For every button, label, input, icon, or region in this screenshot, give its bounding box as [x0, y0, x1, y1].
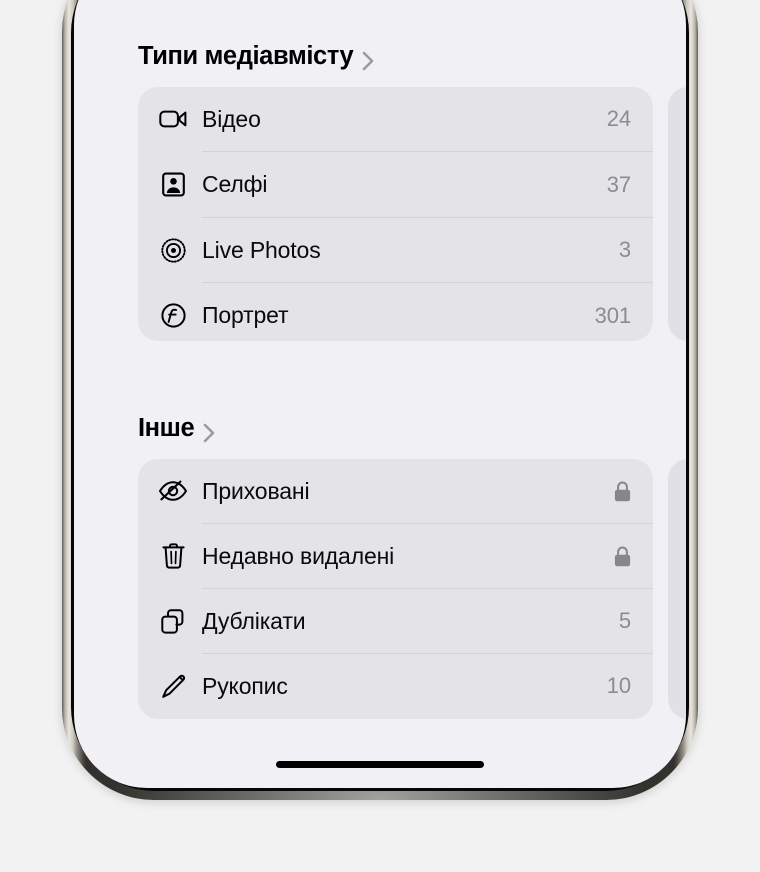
list-item-hidden[interactable]: Приховані [138, 459, 653, 524]
list-item-label: Селфі [202, 171, 268, 198]
list-item-video[interactable]: Відео 24 [138, 87, 653, 152]
section-header-other[interactable]: Інше [74, 414, 686, 443]
other-card: Приховані Недавно видалені Дублікати 5 Р… [138, 458, 653, 719]
list-item-label: Дублікати [202, 607, 306, 634]
list-item-recently-deleted[interactable]: Недавно видалені [138, 524, 653, 589]
next-page-card-peek[interactable] [668, 86, 686, 341]
trash-icon [158, 541, 188, 571]
list-item-handwriting[interactable]: Рукопис 10 [138, 654, 653, 719]
list-item-selfies[interactable]: Селфі 37 [138, 152, 653, 218]
selfie-person-icon [158, 170, 188, 200]
chevron-right-icon[interactable] [362, 51, 375, 71]
list-item-live-photos[interactable]: Live Photos 3 [138, 218, 653, 283]
list-item-label: Недавно видалені [202, 542, 395, 569]
pencil-icon [158, 671, 188, 701]
list-item-label: Live Photos [202, 236, 321, 263]
list-item-count: 3 [618, 237, 631, 263]
list-item-duplicates[interactable]: Дублікати 5 [138, 589, 653, 654]
photos-app-content: Типи медіавмісту Відео 24 Селфі 37 Live … [74, 0, 686, 788]
eye-slash-icon [158, 476, 188, 506]
lock-icon [614, 481, 631, 502]
list-item-count: 37 [606, 171, 631, 197]
list-item-count: 301 [594, 302, 632, 328]
list-item-count: 5 [618, 608, 631, 633]
list-item-count: 10 [606, 673, 631, 698]
list-item-count: 24 [606, 106, 631, 132]
live-photo-icon [158, 235, 188, 265]
iphone-device: Типи медіавмісту Відео 24 Селфі 37 Live … [62, 0, 698, 800]
list-item-label: Портрет [202, 302, 289, 329]
section-title-other: Інше [138, 414, 195, 442]
duplicate-icon [158, 606, 188, 636]
device-screen: Типи медіавмісту Відео 24 Селфі 37 Live … [74, 0, 686, 788]
media-types-card: Відео 24 Селфі 37 Live Photos 3 Портрет … [138, 86, 653, 341]
home-indicator[interactable] [276, 761, 484, 768]
chevron-right-icon[interactable] [203, 423, 216, 443]
section-header-media-types[interactable]: Типи медіавмісту [74, 42, 686, 71]
list-item-label: Приховані [202, 477, 310, 504]
section-other: Інше Приховані Недавно видалені Дублікат… [74, 414, 686, 719]
list-item-label: Відео [202, 105, 261, 132]
list-item-label: Рукопис [202, 672, 288, 699]
list-item-portrait[interactable]: Портрет 301 [138, 283, 653, 349]
video-camera-icon [158, 104, 188, 134]
section-media-types: Типи медіавмісту Відео 24 Селфі 37 Live … [74, 42, 686, 341]
next-page-card-peek[interactable] [668, 458, 686, 719]
lock-icon [614, 546, 631, 567]
section-title-media-types: Типи медіавмісту [138, 42, 354, 70]
aperture-f-icon [158, 301, 188, 331]
